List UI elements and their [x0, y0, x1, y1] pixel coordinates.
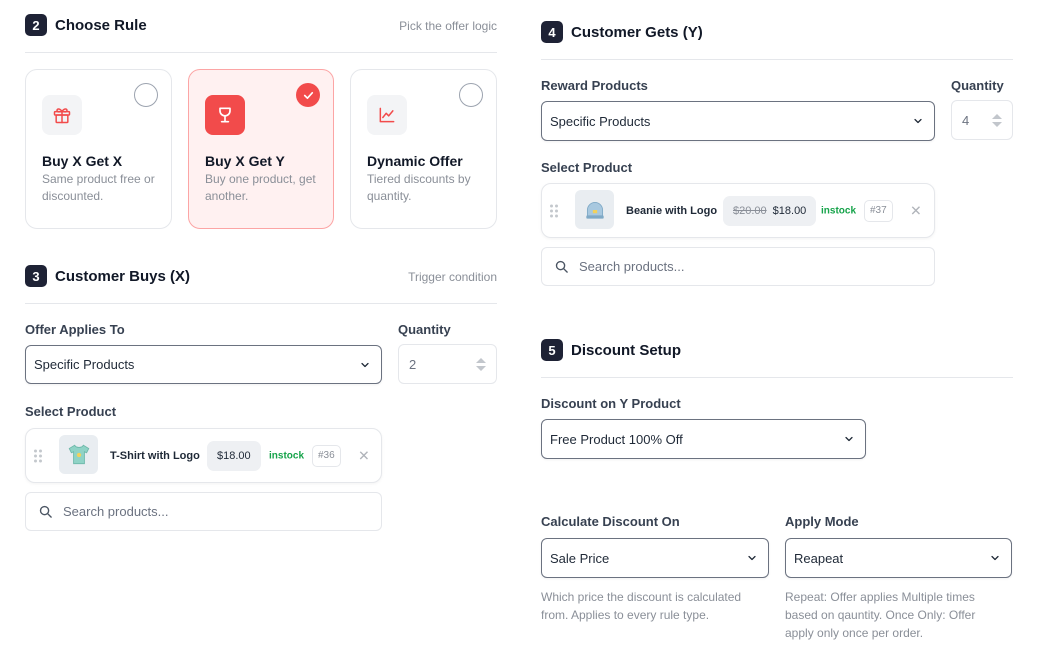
- calculate-discount-label: Calculate Discount On: [541, 514, 680, 529]
- rule-radio[interactable]: [134, 83, 158, 107]
- step-badge: 4: [541, 21, 563, 43]
- stock-status: instock: [269, 450, 305, 461]
- rule-card-desc: Buy one product, get another.: [205, 172, 316, 203]
- apply-mode-help: Repeat: Offer applies Multiple times bas…: [785, 590, 976, 640]
- rule-card-buy-x-get-y[interactable]: Buy X Get Y Buy one product, get another…: [188, 69, 334, 229]
- select-product-label: Select Product: [25, 404, 117, 419]
- offer-applies-select[interactable]: Specific Products: [25, 345, 382, 384]
- customer-gets-header: 4 Customer Gets (Y): [541, 21, 703, 43]
- divider: [25, 303, 497, 304]
- calculate-discount-select[interactable]: Sale Price: [541, 538, 769, 578]
- drag-handle-icon[interactable]: [34, 449, 42, 462]
- product-thumbnail: [59, 435, 98, 474]
- select-value: Specific Products: [550, 113, 651, 129]
- quantity-label: Quantity: [951, 78, 1004, 93]
- section-hint: Pick the offer logic: [399, 19, 497, 33]
- product-name: Beanie with Logo: [626, 204, 718, 217]
- quantity-stepper[interactable]: 4: [951, 100, 1013, 140]
- quantity-value: 2: [409, 356, 417, 372]
- search-input[interactable]: [579, 259, 859, 274]
- section-title: Customer Buys (X): [55, 267, 191, 285]
- calculate-discount-help: Which price the discount is calculated f…: [541, 590, 742, 622]
- chevron-down-icon: [748, 555, 756, 561]
- selected-product-row: Beanie with Logo $20.00 $18.00 instock #…: [541, 183, 935, 238]
- search-input[interactable]: [63, 504, 343, 519]
- drag-handle-icon[interactable]: [550, 204, 558, 217]
- search-icon: [555, 260, 568, 273]
- price-original: $20.00: [733, 204, 767, 217]
- stepper-arrows[interactable]: [476, 357, 486, 371]
- search-products-field[interactable]: [541, 247, 935, 286]
- rule-card-desc: Tiered discounts by quantity.: [367, 172, 471, 203]
- trophy-icon: [205, 95, 245, 135]
- search-icon: [39, 505, 52, 518]
- apply-mode-label: Apply Mode: [785, 514, 859, 529]
- price-current: $18.00: [217, 449, 251, 462]
- section-title: Customer Gets (Y): [571, 23, 703, 41]
- stock-status: instock: [821, 205, 857, 216]
- close-icon[interactable]: ✕: [910, 202, 922, 219]
- rule-card-title: Buy X Get Y: [205, 153, 285, 169]
- rule-card-title: Dynamic Offer: [367, 153, 463, 169]
- offer-applies-label: Offer Applies To: [25, 322, 125, 337]
- apply-mode-select[interactable]: Reapeat: [785, 538, 1012, 578]
- select-value: Sale Price: [550, 550, 610, 566]
- price-current: $18.00: [772, 204, 807, 217]
- chart-line-icon: [367, 95, 407, 135]
- discount-on-y-label: Discount on Y Product: [541, 396, 681, 411]
- rule-card-buy-x-get-x[interactable]: Buy X Get X Same product free or discoun…: [25, 69, 172, 229]
- divider: [25, 52, 497, 53]
- product-price: $18.00: [207, 440, 261, 471]
- stepper-arrows[interactable]: [992, 113, 1002, 127]
- chevron-down-icon: [845, 436, 853, 442]
- rule-radio-checked[interactable]: [296, 83, 320, 107]
- section-title: Discount Setup: [571, 341, 682, 359]
- quantity-label: Quantity: [398, 322, 451, 337]
- customer-buys-header: 3 Customer Buys (X): [25, 265, 190, 287]
- rule-card-title: Buy X Get X: [42, 153, 123, 169]
- choose-rule-header: 2 Choose Rule: [25, 14, 147, 36]
- section-title: Choose Rule: [55, 16, 147, 34]
- section-hint: Trigger condition: [408, 270, 497, 284]
- product-price: $20.00 $18.00: [723, 195, 817, 226]
- reward-products-label: Reward Products: [541, 78, 648, 93]
- select-product-label: Select Product: [541, 160, 633, 175]
- product-thumbnail: [575, 190, 614, 229]
- select-value: Reapeat: [794, 550, 844, 566]
- gift-icon: [42, 95, 82, 135]
- divider: [541, 59, 1013, 60]
- chevron-down-icon: [991, 555, 999, 561]
- product-id-badge: #36: [312, 444, 341, 467]
- close-icon[interactable]: ✕: [358, 447, 370, 464]
- rule-radio[interactable]: [459, 83, 483, 107]
- rule-card-desc: Same product free or discounted.: [42, 172, 155, 203]
- quantity-stepper[interactable]: 2: [398, 344, 497, 384]
- discount-type-select[interactable]: Free Product 100% Off: [541, 419, 866, 459]
- rule-card-dynamic-offer[interactable]: Dynamic Offer Tiered discounts by quanti…: [350, 69, 497, 229]
- quantity-value: 4: [962, 112, 970, 128]
- search-products-field[interactable]: [25, 492, 382, 531]
- divider: [541, 377, 1013, 378]
- product-id-badge: #37: [864, 199, 893, 222]
- select-value: Specific Products: [34, 357, 135, 372]
- chevron-down-icon: [361, 362, 369, 367]
- product-name: T-Shirt with Logo: [110, 449, 200, 462]
- step-badge: 2: [25, 14, 47, 36]
- chevron-down-icon: [914, 118, 922, 124]
- step-badge: 3: [25, 265, 47, 287]
- selected-product-row: T-Shirt with Logo $18.00 instock #36 ✕: [25, 428, 382, 483]
- discount-setup-header: 5 Discount Setup: [541, 339, 681, 361]
- step-badge: 5: [541, 339, 563, 361]
- select-value: Free Product 100% Off: [550, 431, 683, 447]
- reward-products-select[interactable]: Specific Products: [541, 101, 935, 141]
- check-icon: [303, 91, 313, 99]
